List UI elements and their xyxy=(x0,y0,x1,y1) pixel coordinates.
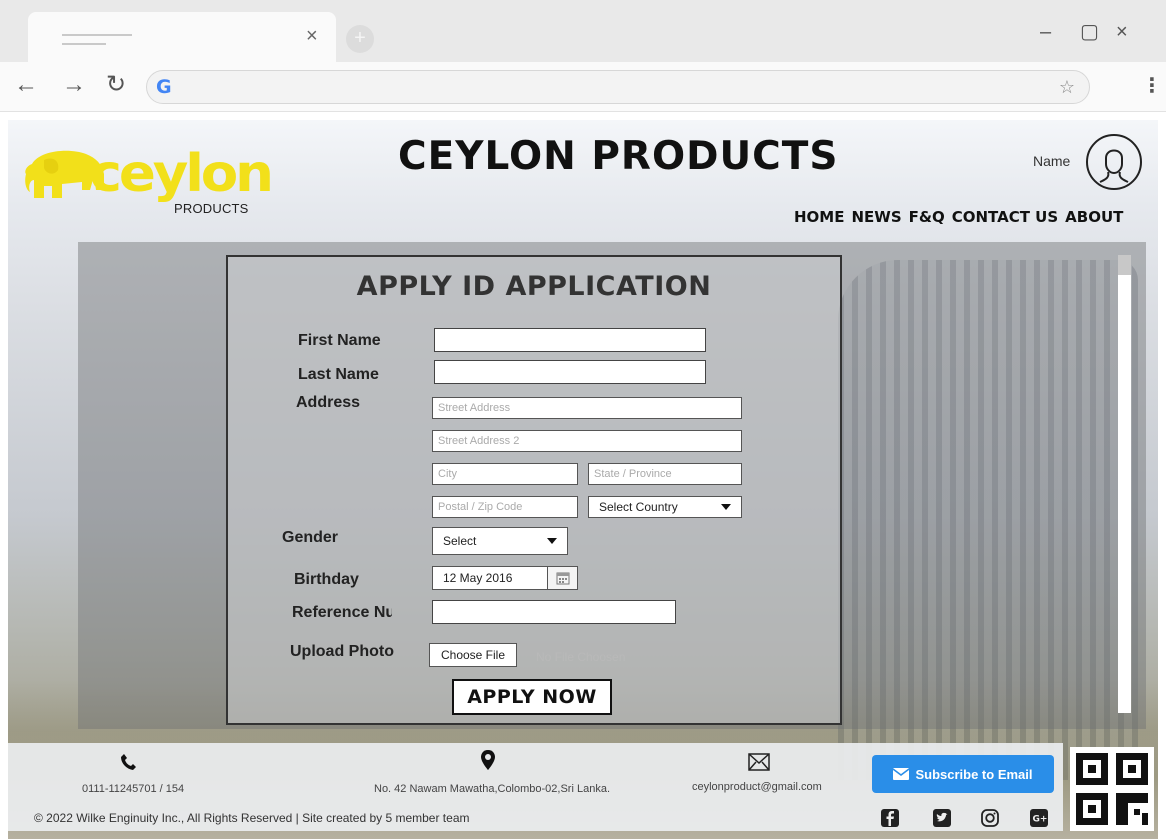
browser-menu-icon[interactable]: ⋮ xyxy=(1142,76,1162,96)
content-scrollbar[interactable] xyxy=(1118,255,1131,713)
street-address-input[interactable]: Street Address xyxy=(432,397,742,419)
state-input[interactable]: State / Province xyxy=(588,463,742,485)
window-close-icon[interactable]: × xyxy=(1116,22,1128,42)
city-input[interactable]: City xyxy=(432,463,578,485)
envelope-icon xyxy=(893,768,910,780)
browser-chrome: × + – ▢ × ← → ↻ G ☆ ⋮ xyxy=(0,0,1166,112)
last-name-label: Last Name xyxy=(298,366,379,383)
street-address-2-input[interactable]: Street Address 2 xyxy=(432,430,742,452)
back-icon[interactable]: ← xyxy=(14,72,38,98)
reload-icon[interactable]: ↻ xyxy=(106,72,126,98)
country-select-value: Select Country xyxy=(599,500,678,514)
postal-code-input[interactable]: Postal / Zip Code xyxy=(432,496,578,518)
forward-icon[interactable]: → xyxy=(62,72,86,98)
logo-subtitle: PRODUCTS xyxy=(174,201,249,216)
form-title: APPLY ID APPLICATION xyxy=(356,271,712,302)
browser-toolbar: ← → ↻ G ☆ ⋮ xyxy=(0,62,1166,112)
id-application-form: APPLY ID APPLICATION First Name Last Nam… xyxy=(226,255,842,725)
chevron-down-icon xyxy=(547,538,557,544)
footer-email[interactable]: ceylonproduct@gmail.com xyxy=(692,781,822,793)
main-nav: HOME NEWS F&Q CONTACT US ABOUT xyxy=(794,208,1123,226)
upload-photo-label: Upload Photo xyxy=(290,643,394,660)
country-select[interactable]: Select Country xyxy=(588,496,742,518)
tab-title-placeholder xyxy=(62,34,132,52)
first-name-input[interactable] xyxy=(434,328,706,352)
first-name-label: First Name xyxy=(298,332,381,349)
location-pin-icon xyxy=(481,750,495,770)
reference-number-label: Reference Number xyxy=(292,604,392,621)
browser-tab[interactable]: × xyxy=(28,12,336,64)
last-name-input[interactable] xyxy=(434,360,706,384)
mail-icon xyxy=(748,753,770,771)
nav-fnq[interactable]: F&Q xyxy=(909,208,945,226)
user-icon xyxy=(1099,149,1129,183)
google-plus-icon[interactable]: G+ xyxy=(1030,809,1048,827)
birthday-label: Birthday xyxy=(294,571,359,588)
google-icon: G xyxy=(156,76,172,98)
instagram-icon[interactable] xyxy=(980,808,1000,828)
subscribe-email-button[interactable]: Subscribe to Email xyxy=(872,755,1054,793)
gender-select[interactable]: Select xyxy=(432,527,568,555)
bookmark-star-icon[interactable]: ☆ xyxy=(1059,77,1075,97)
minimize-icon[interactable]: – xyxy=(1040,22,1051,42)
tab-close-icon[interactable]: × xyxy=(306,26,318,46)
phone-icon xyxy=(121,754,136,770)
facebook-icon[interactable] xyxy=(881,809,899,827)
new-tab-button[interactable]: + xyxy=(346,25,374,53)
user-name[interactable]: Name xyxy=(1033,153,1070,169)
calendar-icon[interactable] xyxy=(547,567,577,589)
nav-news[interactable]: NEWS xyxy=(851,208,901,226)
footer-address: No. 42 Nawam Mawatha,Colombo-02,Sri Lank… xyxy=(374,783,611,795)
footer-phone: 0111-11245701 / 154 xyxy=(82,783,185,795)
svg-text:G+: G+ xyxy=(1033,815,1048,825)
copyright-text: © 2022 Wilke Enginuity Inc., All Rights … xyxy=(34,811,470,825)
scrollbar-thumb[interactable] xyxy=(1118,255,1131,275)
qr-code xyxy=(1070,747,1154,831)
avatar[interactable] xyxy=(1086,134,1142,190)
site-logo[interactable]: ceylon PRODUCTS xyxy=(22,138,274,218)
no-file-status: No File Choosen xyxy=(536,650,626,664)
address-label: Address xyxy=(296,394,361,411)
tab-bar: × + – ▢ × xyxy=(0,0,1166,64)
gender-label: Gender xyxy=(282,529,339,546)
twitter-icon[interactable] xyxy=(933,809,951,827)
birthday-value: 12 May 2016 xyxy=(443,571,513,585)
nav-contact-us[interactable]: CONTACT US xyxy=(952,208,1058,226)
address-bar[interactable]: G ☆ xyxy=(146,70,1090,104)
birthday-input[interactable]: 12 May 2016 xyxy=(432,566,578,590)
nav-about[interactable]: ABOUT xyxy=(1065,208,1123,226)
chevron-down-icon xyxy=(721,504,731,510)
page-viewport: ceylon PRODUCTS CEYLON PRODUCTS Name HOM… xyxy=(8,120,1158,839)
choose-file-button[interactable]: Choose File xyxy=(429,643,517,667)
subscribe-label: Subscribe to Email xyxy=(915,766,1033,782)
site-footer: 0111-11245701 / 154 No. 42 Nawam Mawatha… xyxy=(8,743,1063,831)
reference-number-input[interactable] xyxy=(432,600,676,624)
apply-now-button[interactable]: APPLY NOW xyxy=(452,679,612,715)
restore-icon[interactable]: ▢ xyxy=(1080,22,1099,42)
logo-wordmark: ceylon xyxy=(89,144,274,204)
site-title: CEYLON PRODUCTS xyxy=(398,134,839,179)
nav-home[interactable]: HOME xyxy=(794,208,844,226)
gender-select-value: Select xyxy=(443,534,477,548)
